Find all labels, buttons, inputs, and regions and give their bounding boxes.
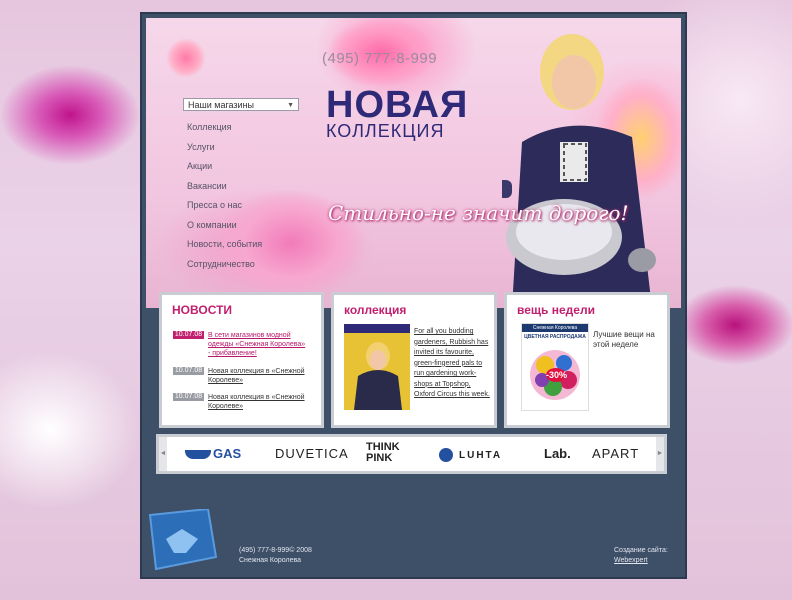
sale-poster-brand: Снежная Королева: [522, 324, 588, 332]
news-date: 10.07.08: [173, 331, 204, 339]
collection-text: For all you budding gardeners, Rubbish h…: [414, 327, 492, 401]
menu-item-about[interactable]: О компании: [187, 216, 262, 236]
news-heading: НОВОСТИ: [172, 303, 233, 317]
week-item-heading: вещь недели: [517, 303, 595, 317]
collection-panel: коллекция For all you budding gardeners,…: [331, 292, 497, 428]
slogan: Стильно-не значит дорого!: [328, 201, 629, 225]
week-item-caption[interactable]: Лучшие вещи на этой неделе: [593, 330, 665, 350]
news-link[interactable]: Новая коллекция в «Снежной Королеве»: [208, 393, 308, 411]
brands-carousel: ◄ GAS DUVETICA THINK PINK LUHTA Lab. APA…: [156, 434, 667, 474]
brand-logo-luhta[interactable]: LUHTA: [439, 446, 502, 462]
carousel-next-button[interactable]: ►: [656, 437, 664, 471]
collection-heading: коллекция: [344, 303, 407, 317]
brand-logo-gas[interactable]: GAS: [185, 446, 241, 461]
menu-item-services[interactable]: Услуги: [187, 138, 262, 158]
footer-company: Снежная Королева: [239, 557, 302, 564]
footer-copyright: (495) 777-8-999© 2008: [239, 547, 312, 554]
footer-credit-label: Создание сайта:: [614, 547, 668, 554]
collection-subtitle: КОЛЛЕКЦИЯ: [326, 121, 445, 141]
stores-select[interactable]: Наши магазины ▼: [183, 98, 299, 111]
week-item-panel: вещь недели Снежная Королева ЦВЕТНАЯ РАС…: [504, 292, 670, 428]
luhta-icon: [439, 447, 453, 462]
news-link[interactable]: В сети магазинов модной одежды «Снежная …: [208, 331, 308, 358]
stores-select-label: Наши магазины: [188, 100, 255, 110]
header-phone: (495) 777-8-999: [322, 50, 438, 67]
menu-item-vacancies[interactable]: Вакансии: [187, 177, 262, 197]
carousel-prev-button[interactable]: ◄: [159, 437, 167, 471]
sale-poster[interactable]: Снежная Королева ЦВЕТНАЯ РАСПРОДАЖА -30%: [521, 323, 589, 411]
page-frame: (495) 777-8-999 НОВАЯ КОЛЛЕКЦИЯ Стильно-…: [140, 12, 687, 579]
brand-gas-icon: [185, 450, 211, 460]
brand-gas-name: GAS: [213, 446, 242, 461]
collection-description[interactable]: For all you budding gardeners, Rubbish h…: [414, 328, 490, 398]
brand-logo-apart[interactable]: APART: [592, 446, 639, 461]
news-date: 10.07.08: [173, 393, 204, 401]
news-date: 10.07.08: [173, 367, 204, 375]
menu-item-press[interactable]: Пресса о нас: [187, 196, 262, 216]
menu-item-news[interactable]: Новости, события: [187, 235, 262, 255]
menu-item-cooperation[interactable]: Сотрудничество: [187, 255, 262, 275]
collection-title: НОВАЯ: [326, 84, 469, 126]
main-menu: Коллекция Услуги Акции Вакансии Пресса о…: [187, 118, 262, 274]
flower-decoration: [166, 38, 206, 78]
footer-credit-link[interactable]: Webexpert: [614, 556, 648, 566]
sale-poster-title: ЦВЕТНАЯ РАСПРОДАЖА: [524, 334, 586, 340]
site-logo: [148, 509, 218, 571]
model-photo: [502, 34, 656, 308]
menu-item-collection[interactable]: Коллекция: [187, 118, 262, 138]
brand-luhta-name: LUHTA: [459, 450, 503, 461]
brand-logo-lab[interactable]: Lab.: [544, 446, 571, 461]
brand-logo-duvetica[interactable]: DUVETICA: [275, 446, 349, 461]
news-link[interactable]: Новая коллекция в «Снежной Королеве»: [208, 367, 308, 385]
hero-banner: (495) 777-8-999 НОВАЯ КОЛЛЕКЦИЯ Стильно-…: [146, 18, 681, 308]
news-panel: НОВОСТИ 10.07.08 В сети магазинов модной…: [159, 292, 324, 428]
brand-logo-thinkpink[interactable]: THINK PINK: [366, 442, 412, 464]
chevron-down-icon: ▼: [287, 102, 294, 109]
sale-poster-discount: -30%: [546, 368, 568, 382]
magazine-cover-image[interactable]: [344, 324, 410, 410]
menu-item-promotions[interactable]: Акции: [187, 157, 262, 177]
